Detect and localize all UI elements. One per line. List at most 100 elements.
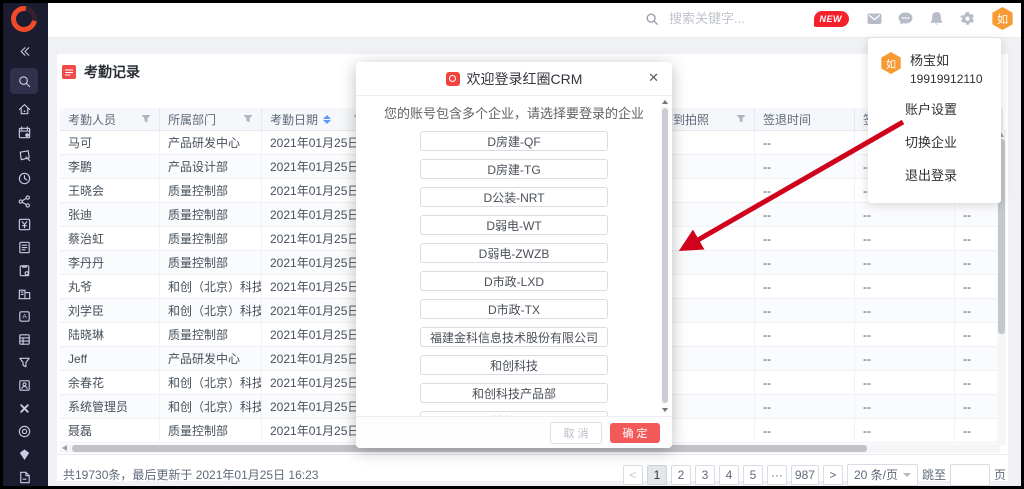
- crm-logo-icon: [446, 72, 460, 86]
- scroll-down-arrow-icon[interactable]: [662, 408, 668, 412]
- scroll-up-arrow-icon[interactable]: [662, 100, 668, 104]
- chat-icon[interactable]: [897, 10, 914, 27]
- next-page-button[interactable]: >: [823, 465, 843, 485]
- confirm-button[interactable]: 确 定: [610, 423, 660, 443]
- filter-icon[interactable]: [141, 114, 151, 124]
- user-avatar[interactable]: 如: [991, 7, 1014, 30]
- sidebar-item-search[interactable]: [0, 66, 48, 96]
- share-icon: [17, 194, 32, 209]
- sidebar-item-home[interactable]: [0, 98, 48, 121]
- document-icon: [17, 240, 32, 255]
- sidebar-item-person-box[interactable]: [0, 374, 48, 397]
- sidebar-item-time[interactable]: [0, 167, 48, 190]
- bell-icon[interactable]: [928, 10, 945, 27]
- page-button[interactable]: 5: [743, 465, 763, 485]
- table-cell: --: [855, 395, 955, 419]
- table-cell: --: [955, 275, 1003, 299]
- table-cell: --: [855, 371, 955, 395]
- prev-page-button[interactable]: <: [623, 465, 643, 485]
- jump-label: 跳至: [922, 466, 946, 483]
- page-button[interactable]: 4: [719, 465, 739, 485]
- global-search[interactable]: [645, 0, 821, 37]
- table-cell: 和创（北京）科技股份...: [160, 395, 262, 419]
- sidebar-item-file[interactable]: [0, 466, 48, 489]
- table-cell: 产品研发中心: [160, 347, 262, 371]
- table-cell: --: [755, 155, 855, 179]
- dialog-footer: 取 消 确 定: [356, 416, 672, 448]
- company-option[interactable]: D市政-TX: [420, 299, 608, 319]
- sidebar-item-share[interactable]: [0, 190, 48, 213]
- page-button[interactable]: ···: [767, 465, 787, 485]
- sidebar-item-territory[interactable]: [0, 144, 48, 167]
- company-option[interactable]: D弱电-WT: [420, 215, 608, 235]
- search-input[interactable]: [667, 10, 821, 27]
- company-option[interactable]: D弱电-ZWZB: [420, 243, 608, 263]
- dialog-scrollbar[interactable]: [661, 97, 669, 415]
- app-logo-icon[interactable]: [11, 4, 37, 34]
- collapse-icon: [17, 44, 32, 59]
- table-cell: --: [755, 179, 855, 203]
- company-option[interactable]: D房建-TG: [420, 159, 608, 179]
- sidebar-item-collapse[interactable]: [0, 38, 48, 64]
- user-menu-item[interactable]: 账户设置: [868, 92, 1001, 125]
- sidebar-item-close[interactable]: [0, 397, 48, 420]
- table-cell: --: [755, 227, 855, 251]
- sidebar-item-coin[interactable]: [0, 420, 48, 443]
- table-footer: 共19730条，最后更新于 2021年01月25日 16:23 <12345··…: [57, 454, 1008, 488]
- table-cell: --: [855, 251, 955, 275]
- table-cell: 张迪: [60, 203, 160, 227]
- page-button[interactable]: 1: [647, 465, 667, 485]
- svg-text:A: A: [22, 314, 27, 321]
- mail-icon[interactable]: [866, 10, 883, 27]
- column-header[interactable]: 考勤人员: [60, 108, 160, 131]
- person-box-icon: [17, 378, 32, 393]
- gem-icon: [17, 447, 32, 462]
- sidebar-item-clipboard[interactable]: [0, 259, 48, 282]
- table-cell: --: [855, 299, 955, 323]
- close-icon[interactable]: ✕: [648, 71, 659, 84]
- company-option[interactable]: D公装-NRT: [420, 187, 608, 207]
- table-cell: 蔡治虹: [60, 227, 160, 251]
- sidebar-item-idcard[interactable]: A: [0, 305, 48, 328]
- cancel-button[interactable]: 取 消: [550, 422, 602, 444]
- user-menu-item[interactable]: 切换企业: [868, 125, 1001, 158]
- new-badge: NEW: [814, 11, 850, 27]
- sidebar-item-table[interactable]: [0, 328, 48, 351]
- user-menu-item[interactable]: 退出登录: [868, 158, 1001, 191]
- table-cell: 余春花: [60, 371, 160, 395]
- page-button[interactable]: 2: [671, 465, 691, 485]
- company-option[interactable]: 福建金科信息技术股份有限公司: [420, 327, 608, 347]
- sidebar-item-document[interactable]: [0, 236, 48, 259]
- table-cell: 质量控制部: [160, 227, 262, 251]
- user-name: 杨宝如: [910, 50, 983, 69]
- sidebar-item-building[interactable]: [0, 282, 48, 305]
- company-option[interactable]: 和创科技: [420, 355, 608, 375]
- filter-icon[interactable]: [243, 114, 253, 124]
- sidebar-item-funnel[interactable]: [0, 351, 48, 374]
- page-size-select[interactable]: 20 条/页: [847, 464, 918, 486]
- table-cell: --: [755, 419, 855, 443]
- scroll-left-arrow-icon[interactable]: [62, 445, 67, 451]
- topbar: NEW 如: [48, 0, 1024, 38]
- table-cell: --: [755, 371, 855, 395]
- jump-page-input[interactable]: [950, 464, 990, 486]
- sidebar-item-money[interactable]: [0, 213, 48, 236]
- sort-icon[interactable]: [323, 115, 331, 124]
- table-cell: --: [955, 251, 1003, 275]
- company-option[interactable]: 和创科技产品部: [420, 383, 608, 403]
- table-cell: --: [955, 227, 1003, 251]
- page-button[interactable]: 3: [695, 465, 715, 485]
- column-header[interactable]: 所属部门: [160, 108, 262, 131]
- table-cell: 产品研发中心: [160, 131, 262, 155]
- filter-icon[interactable]: [736, 114, 746, 124]
- page-button[interactable]: 987: [791, 465, 819, 485]
- gear-icon[interactable]: [959, 10, 976, 27]
- company-option[interactable]: D房建-QF: [420, 131, 608, 151]
- sidebar-item-calendar[interactable]: [0, 121, 48, 144]
- company-option[interactable]: D市政-LXD: [420, 271, 608, 291]
- table-cell: 系统管理员: [60, 395, 160, 419]
- sidebar-item-gem[interactable]: [0, 443, 48, 466]
- table-cell: 李丹丹: [60, 251, 160, 275]
- table-cell: 和创（北京）科技股份...: [160, 275, 262, 299]
- dialog-scroll-thumb[interactable]: [662, 108, 668, 403]
